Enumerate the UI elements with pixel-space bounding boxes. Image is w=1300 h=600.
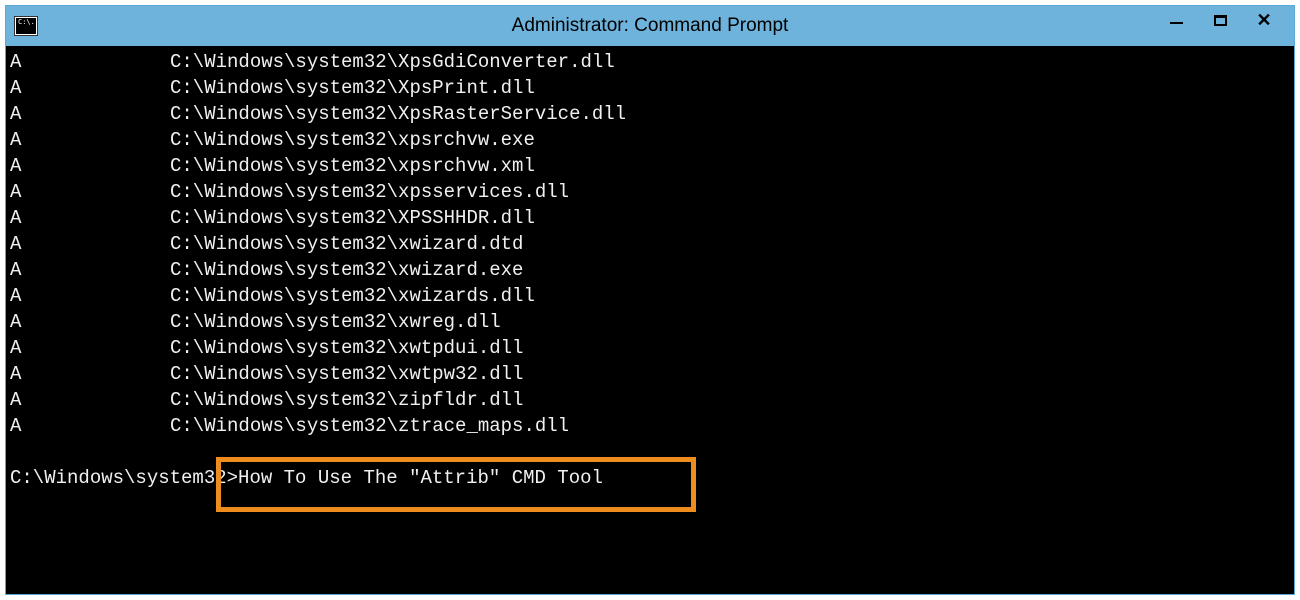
minimize-icon	[1170, 22, 1183, 24]
file-path: C:\Windows\system32\XpsRasterService.dll	[170, 103, 626, 125]
command-prompt-window: C:\. Administrator: Command Prompt ✕ AC:…	[5, 5, 1295, 595]
file-path: C:\Windows\system32\xwreg.dll	[170, 311, 501, 333]
file-attribute: A	[10, 413, 170, 439]
file-attribute: A	[10, 153, 170, 179]
file-path: C:\Windows\system32\xwizard.dtd	[170, 233, 523, 255]
window-title: Administrator: Command Prompt	[512, 15, 789, 37]
file-attribute: A	[10, 179, 170, 205]
output-line: AC:\Windows\system32\xwizard.dtd	[10, 231, 1290, 257]
output-lines: AC:\Windows\system32\XpsGdiConverter.dll…	[10, 49, 1290, 439]
file-path: C:\Windows\system32\XpsPrint.dll	[170, 77, 535, 99]
output-line: AC:\Windows\system32\xwizards.dll	[10, 283, 1290, 309]
maximize-icon	[1214, 15, 1227, 26]
output-line: AC:\Windows\system32\xpsrchvw.exe	[10, 127, 1290, 153]
file-attribute: A	[10, 49, 170, 75]
window-controls: ✕	[1166, 6, 1294, 34]
file-attribute: A	[10, 283, 170, 309]
output-line: AC:\Windows\system32\xwtpw32.dll	[10, 361, 1290, 387]
titlebar[interactable]: C:\. Administrator: Command Prompt ✕	[6, 6, 1294, 46]
file-path: C:\Windows\system32\xpsrchvw.xml	[170, 155, 535, 177]
output-line: AC:\Windows\system32\xwizard.exe	[10, 257, 1290, 283]
file-path: C:\Windows\system32\zipfldr.dll	[170, 389, 523, 411]
file-path: C:\Windows\system32\xwtpw32.dll	[170, 363, 523, 385]
prompt-cwd: C:\Windows\system32>	[10, 467, 238, 489]
terminal-area[interactable]: AC:\Windows\system32\XpsGdiConverter.dll…	[6, 46, 1294, 594]
file-path: C:\Windows\system32\xpsservices.dll	[170, 181, 569, 203]
file-attribute: A	[10, 257, 170, 283]
output-line: AC:\Windows\system32\XpsPrint.dll	[10, 75, 1290, 101]
output-line: AC:\Windows\system32\XpsRasterService.dl…	[10, 101, 1290, 127]
file-path: C:\Windows\system32\xpsrchvw.exe	[170, 129, 535, 151]
minimize-button[interactable]	[1166, 10, 1186, 30]
cmd-icon: C:\.	[14, 16, 38, 36]
file-path: C:\Windows\system32\xwizard.exe	[170, 259, 523, 281]
file-path: C:\Windows\system32\XPSSHHDR.dll	[170, 207, 535, 229]
command-input[interactable]: How To Use The "Attrib" CMD Tool	[238, 467, 603, 489]
file-attribute: A	[10, 205, 170, 231]
output-line: AC:\Windows\system32\zipfldr.dll	[10, 387, 1290, 413]
output-line: AC:\Windows\system32\XPSSHHDR.dll	[10, 205, 1290, 231]
file-path: C:\Windows\system32\xwizards.dll	[170, 285, 535, 307]
file-attribute: A	[10, 387, 170, 413]
prompt-line[interactable]: C:\Windows\system32>How To Use The "Attr…	[10, 465, 1290, 491]
close-icon: ✕	[1256, 11, 1271, 29]
file-attribute: A	[10, 75, 170, 101]
output-line: AC:\Windows\system32\XpsGdiConverter.dll	[10, 49, 1290, 75]
maximize-button[interactable]	[1210, 10, 1230, 30]
file-attribute: A	[10, 101, 170, 127]
output-line: AC:\Windows\system32\xpsrchvw.xml	[10, 153, 1290, 179]
file-path: C:\Windows\system32\ztrace_maps.dll	[170, 415, 569, 437]
file-attribute: A	[10, 361, 170, 387]
file-attribute: A	[10, 309, 170, 335]
output-line: AC:\Windows\system32\xpsservices.dll	[10, 179, 1290, 205]
output-line: AC:\Windows\system32\xwreg.dll	[10, 309, 1290, 335]
output-line: AC:\Windows\system32\xwtpdui.dll	[10, 335, 1290, 361]
file-path: C:\Windows\system32\xwtpdui.dll	[170, 337, 523, 359]
close-button[interactable]: ✕	[1254, 10, 1274, 30]
file-attribute: A	[10, 335, 170, 361]
output-line: AC:\Windows\system32\ztrace_maps.dll	[10, 413, 1290, 439]
file-path: C:\Windows\system32\XpsGdiConverter.dll	[170, 51, 615, 73]
file-attribute: A	[10, 127, 170, 153]
file-attribute: A	[10, 231, 170, 257]
